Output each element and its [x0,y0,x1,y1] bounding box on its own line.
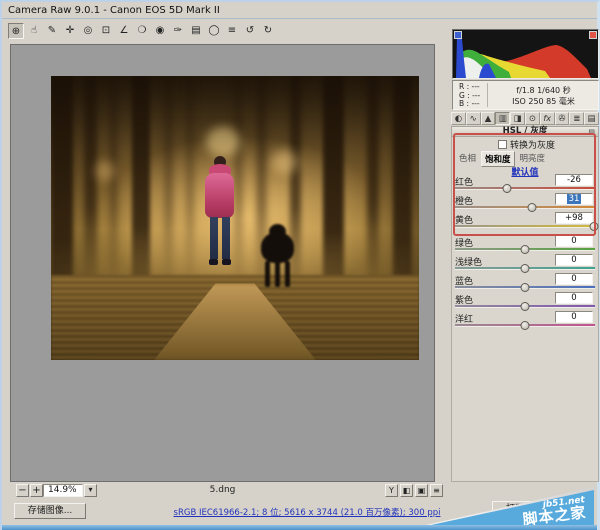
hand-tool-button[interactable]: ☝ [26,23,42,39]
tab-basic[interactable]: ◐ [451,112,466,125]
yellow-slider-track[interactable] [455,225,595,228]
light-bokeh [205,127,240,158]
panel-menu-icon[interactable]: ▤ [588,128,595,137]
photo-dog [260,223,307,292]
filename-label: 5.dng [209,485,236,495]
histogram-chart [453,30,598,78]
watermark: jb51.net 脚本之家 [426,487,594,525]
subtab-hue[interactable]: 色相 [456,151,479,167]
color-sampler-tool-button[interactable]: ✛ [62,23,78,39]
crop-tool-button[interactable]: ⊡ [98,23,114,39]
straighten-tool-button[interactable]: ∠ [116,23,132,39]
aqua-slider-thumb[interactable] [520,264,530,273]
purple-slider-thumb[interactable] [520,302,530,311]
preview-cycle-icon[interactable]: Y [385,484,398,497]
grayscale-checkbox-row: 转换为灰度 [498,138,555,151]
toolbar: ⊕ ☝ ✎ ✛ ◎ ⊡ ∠ ❍ ◉ ✑ ▤ ◯ ≡ ↺ ↻ [8,23,276,41]
slider-row-aqua: 浅绿色 0 [455,254,595,273]
red-eye-tool-button[interactable]: ◉ [152,23,168,39]
orange-slider-thumb[interactable] [527,203,537,212]
convert-to-grayscale-checkbox[interactable] [498,140,507,149]
convert-to-grayscale-label: 转换为灰度 [510,141,556,151]
slider-row-yellow: 黄色 +98 [455,212,599,231]
subtab-saturation[interactable]: 饱和度 [481,151,515,167]
blue-value-field[interactable]: 0 [555,273,593,285]
slider-row-green: 绿色 0 [455,235,595,254]
magenta-value-field[interactable]: 0 [555,311,593,323]
red-value-field[interactable]: -26 [555,174,593,186]
tab-snapshots[interactable]: ▤ [584,112,599,125]
tab-tone-curve[interactable]: ∿ [465,112,481,125]
photo-girl [202,155,238,296]
orange-slider-track[interactable] [455,206,595,209]
rgb-readout: R : --- G : --- B : --- [459,82,481,108]
slider-row-red: 红色 -26 [455,174,595,193]
panel-tab-strip: ◐ ∿ ▲ ▥ ◨ ⊙ fx ✇ ≣ ▤ [451,112,599,125]
save-image-button[interactable]: 存储图像... [14,503,86,519]
tab-presets[interactable]: ≣ [569,112,585,125]
targeted-adjustment-tool-button[interactable]: ◎ [80,23,96,39]
slider-row-purple: 紫色 0 [455,292,595,311]
window-bottom-border [2,525,597,530]
tab-hsl-grayscale[interactable]: ▥ [495,112,511,125]
slider-row-orange: 橙色 31 [455,193,595,212]
red-slider-track[interactable] [455,187,595,190]
tab-split-toning[interactable]: ◨ [510,112,525,125]
slider-row-magenta: 洋红 0 [455,311,595,330]
rotate-left-icon[interactable]: ↺ [242,23,258,39]
graduated-filter-tool-button[interactable]: ▤ [188,23,204,39]
camera-raw-dialog: Camera Raw 9.0.1 - Canon EOS 5D Mark II … [0,0,600,530]
window-title: Camera Raw 9.0.1 - Canon EOS 5D Mark II [2,2,597,19]
adjustment-brush-tool-button[interactable]: ✑ [170,23,186,39]
orange-value-field[interactable]: 31 [555,193,593,205]
purple-value-field[interactable]: 0 [555,292,593,304]
tab-detail[interactable]: ▲ [480,112,496,125]
green-value-field[interactable]: 0 [555,235,593,247]
slider-row-blue: 蓝色 0 [455,273,595,292]
yellow-slider-thumb[interactable] [589,222,599,231]
exif-info-box: R : --- G : --- B : --- f/1.8 1/640 秒 IS… [452,80,599,110]
red-slider-thumb[interactable] [502,184,512,193]
exposure-info: f/1.8 1/640 秒 ISO 250 85 毫米 [512,86,575,106]
aqua-value-field[interactable]: 0 [555,254,593,266]
preview-zoom-bar: − + 14.9% ▾ 5.dng Y ◧ ▣ ≡ [10,484,443,499]
green-slider-thumb[interactable] [520,245,530,254]
rotate-right-icon[interactable]: ↻ [260,23,276,39]
white-balance-tool-button[interactable]: ✎ [44,23,60,39]
preferences-icon[interactable]: ≡ [224,23,240,39]
tab-effects[interactable]: fx [539,112,555,125]
preview-split-icon[interactable]: ◧ [400,484,413,497]
window-body: Camera Raw 9.0.1 - Canon EOS 5D Mark II … [0,0,600,530]
magenta-slider-thumb[interactable] [520,321,530,330]
spot-removal-tool-button[interactable]: ❍ [134,23,150,39]
photo-preview [51,76,419,360]
panel-header: HSL / 灰度 ▤ [451,126,599,137]
highlight-clipping-indicator-icon[interactable] [589,31,597,39]
radial-filter-tool-button[interactable]: ◯ [206,23,222,39]
tab-camera-calibration[interactable]: ✇ [554,112,570,125]
shadow-clipping-indicator-icon[interactable] [454,31,462,39]
yellow-value-field[interactable]: +98 [555,212,593,224]
tab-lens-corrections[interactable]: ⊙ [524,112,540,125]
zoom-tool-button[interactable]: ⊕ [8,23,24,39]
histogram [452,29,599,79]
blue-slider-thumb[interactable] [520,283,530,292]
workflow-options-link[interactable]: sRGB IEC61966-2.1; 8 位; 5616 x 3744 (21.… [174,506,441,518]
